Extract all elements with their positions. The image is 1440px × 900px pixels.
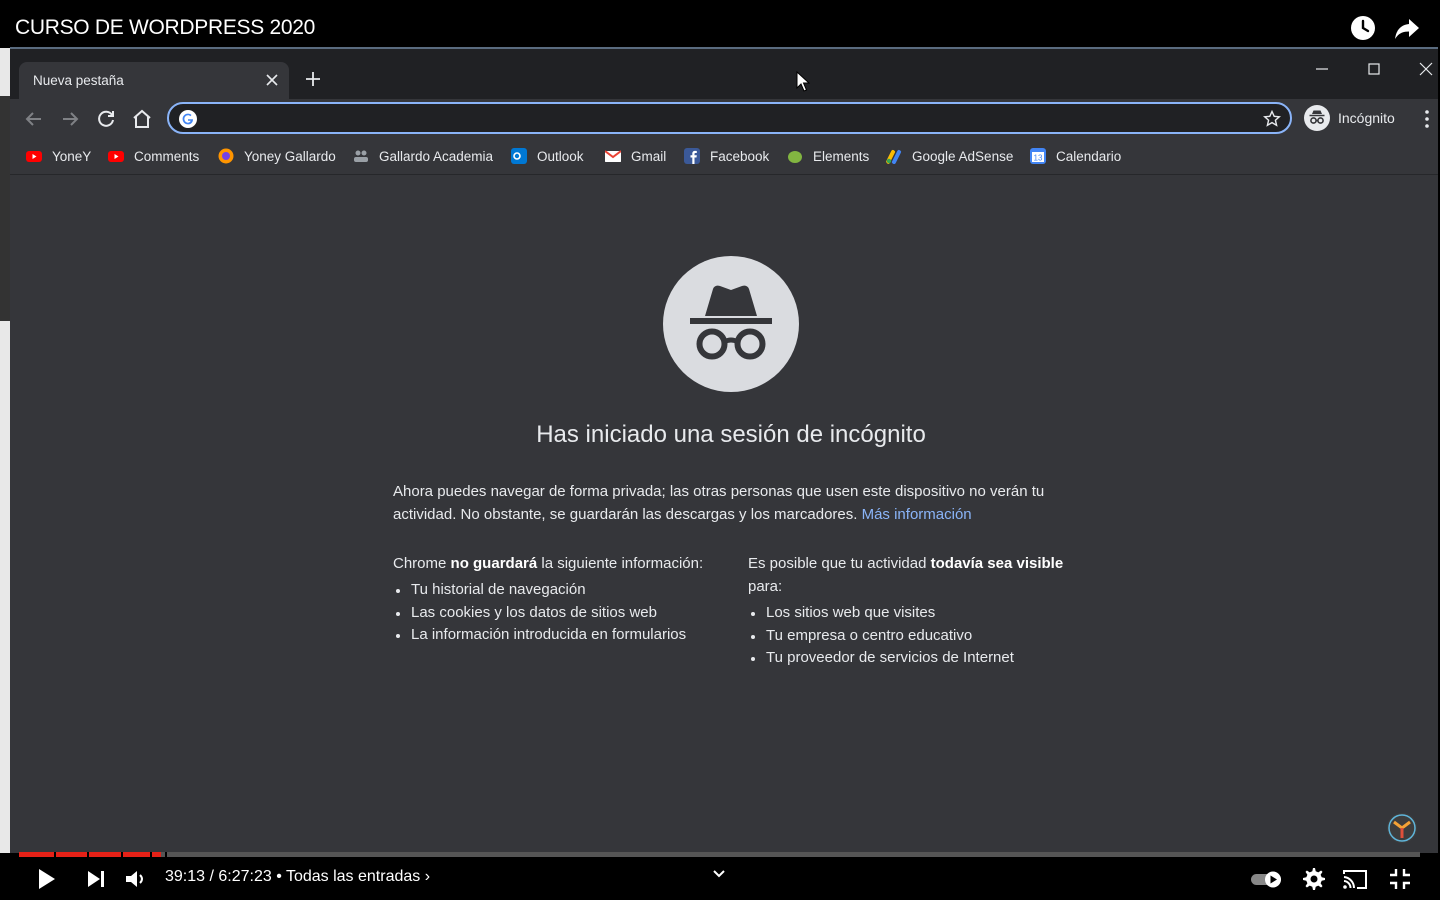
bookmark-label: Yoney Gallardo [244, 149, 336, 164]
video-title[interactable]: CURSO DE WORDPRESS 2020 [15, 16, 315, 40]
bookmark-label: Google AdSense [912, 149, 1014, 164]
bookmark-label: Gmail [631, 149, 667, 164]
outlook-icon [511, 148, 527, 164]
bookmarks-bar: YoneY Comments Yoney Gallardo Gallardo A… [10, 139, 1438, 175]
forward-icon[interactable] [58, 107, 82, 131]
list-item: Tu empresa o centro educativo [748, 625, 1083, 648]
svg-text:13: 13 [1034, 154, 1043, 163]
not-saved-section: Chrome no guardará la siguiente informac… [393, 552, 733, 647]
google-icon [179, 110, 197, 128]
share-icon[interactable] [1393, 14, 1421, 42]
bookmark-label: Facebook [710, 149, 770, 164]
list-item: Los sitios web que visites [748, 602, 1083, 625]
minimize-icon[interactable] [1307, 57, 1337, 81]
list-item: Las cookies y los datos de sitios web [393, 602, 733, 625]
facebook-icon [684, 148, 700, 164]
intro-paragraph: Ahora puedes navegar de forma privada; l… [393, 480, 1083, 526]
back-icon[interactable] [22, 107, 46, 131]
cast-icon[interactable] [1341, 865, 1369, 893]
firefox-icon [218, 148, 234, 164]
home-icon[interactable] [130, 107, 154, 131]
bookmark-label: Elements [813, 149, 870, 164]
incognito-profile-button[interactable]: Incógnito [1304, 103, 1404, 133]
volume-icon[interactable] [122, 865, 150, 893]
desktop-edge [0, 48, 10, 853]
close-tab-icon[interactable] [263, 71, 281, 89]
incognito-avatar-icon [1304, 105, 1330, 131]
youtube-icon [108, 151, 124, 162]
learn-more-link[interactable]: Más información [862, 506, 972, 523]
toolbar: Incógnito [10, 99, 1438, 139]
close-window-icon[interactable] [1411, 57, 1438, 81]
not-saved-title: Chrome no guardará la siguiente informac… [393, 555, 704, 572]
chevron-down-icon[interactable] [707, 862, 731, 886]
people-icon [354, 150, 368, 162]
page-title: Has iniciado una sesión de incógnito [536, 421, 926, 448]
player-controls: 39:13 / 6:27:23 • Todas las entradas › [0, 857, 1440, 900]
autoplay-toggle-icon[interactable] [1249, 865, 1285, 893]
next-icon[interactable] [82, 865, 110, 893]
visible-to-section: Es posible que tu actividad todavía sea … [748, 552, 1083, 670]
chrome-window: Nueva pestaña Incógnito YoneY Comments Y… [10, 47, 1438, 853]
bookmark-label: Calendario [1056, 149, 1122, 164]
visible-to-title: Es posible que tu actividad todavía sea … [748, 555, 1064, 595]
clock-icon[interactable] [1349, 14, 1377, 42]
youtube-player: CURSO DE WORDPRESS 2020 Nueva pestaña In… [0, 0, 1440, 900]
maximize-icon[interactable] [1359, 57, 1389, 81]
address-bar[interactable] [167, 102, 1292, 134]
tab-strip: Nueva pestaña [10, 49, 1438, 100]
menu-kebab-icon[interactable] [1424, 109, 1430, 129]
tab-new-tab[interactable]: Nueva pestaña [19, 62, 289, 100]
bookmark-label: Outlook [537, 149, 584, 164]
exit-fullscreen-icon[interactable] [1386, 865, 1414, 893]
bookmark-label: Comments [134, 149, 200, 164]
gmail-icon [605, 150, 621, 162]
reload-icon[interactable] [94, 107, 118, 131]
incognito-ntp: Has iniciado una sesión de incógnito Aho… [10, 176, 1438, 853]
new-tab-icon[interactable] [303, 69, 323, 89]
bookmark-label: YoneY [52, 149, 92, 164]
bookmark-star-icon[interactable] [1262, 109, 1282, 129]
incognito-spy-icon [663, 256, 799, 392]
list-item: La información introducida en formulario… [393, 624, 733, 647]
calendar-icon: 13 [1030, 148, 1046, 164]
youtube-icon [26, 151, 42, 162]
bookmark-label: Gallardo Academia [379, 149, 494, 164]
play-icon[interactable] [32, 865, 60, 893]
list-item: Tu historial de navegación [393, 579, 733, 602]
leaf-icon [788, 151, 802, 163]
profile-label: Incógnito [1338, 110, 1395, 126]
adsense-icon [886, 150, 901, 164]
settings-icon[interactable] [1299, 865, 1327, 893]
list-item: Tu proveedor de servicios de Internet [748, 647, 1083, 670]
channel-watermark-icon[interactable] [1386, 812, 1418, 844]
mouse-cursor-icon [796, 71, 810, 92]
tab-title: Nueva pestaña [33, 73, 124, 88]
video-title-bar: CURSO DE WORDPRESS 2020 [0, 0, 1440, 48]
time-display[interactable]: 39:13 / 6:27:23 • Todas las entradas › [165, 868, 430, 886]
